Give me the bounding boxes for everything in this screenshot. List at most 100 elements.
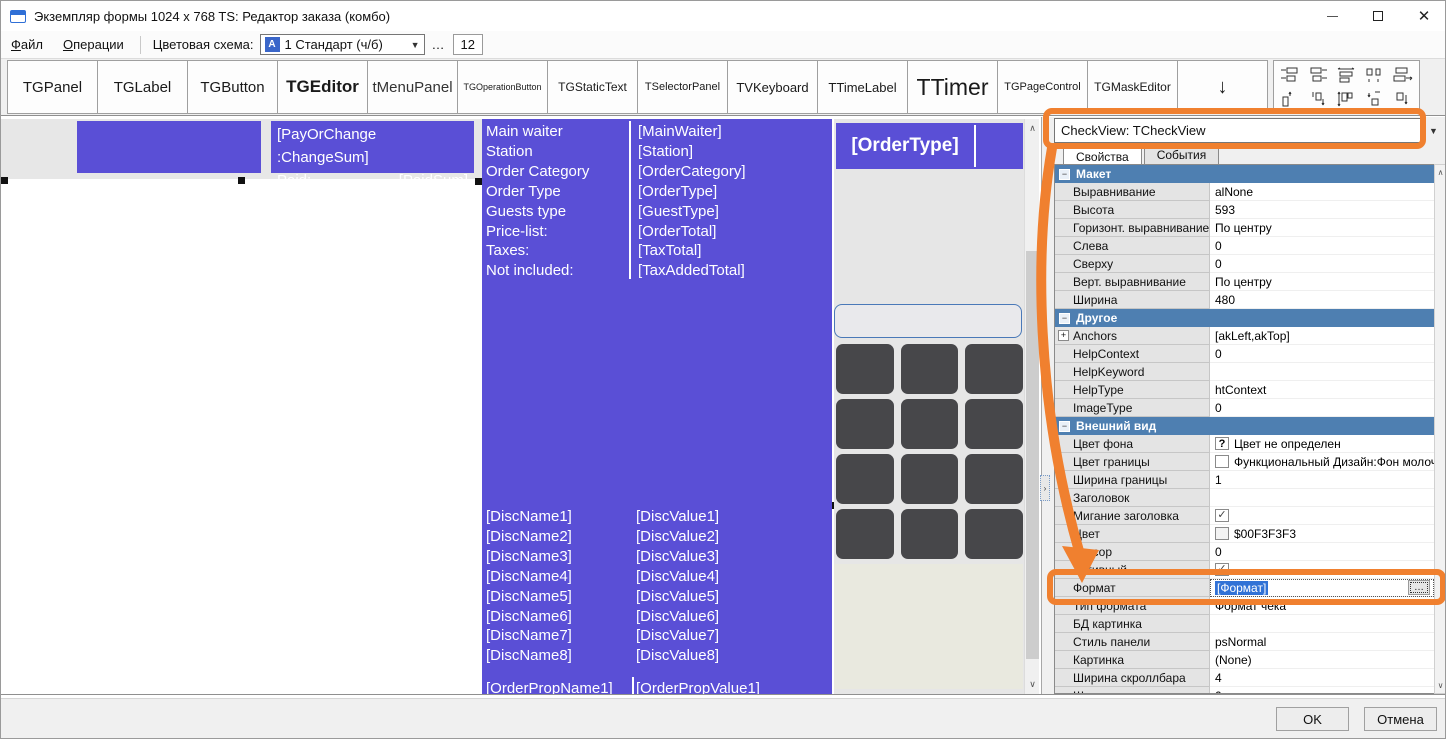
property-row-anchors[interactable]: +Anchors[akLeft,akTop] (1055, 327, 1434, 345)
keypad-button[interactable] (901, 399, 959, 449)
property-value[interactable]: По центру (1210, 219, 1434, 237)
maximize-button[interactable] (1355, 1, 1401, 31)
scrollbar-thumb[interactable] (1026, 251, 1039, 659)
section-header[interactable]: −Макет (1055, 165, 1434, 183)
property-row-горизонт-выравнивание[interactable]: Горизонт. выравниваниеПо центру (1055, 219, 1434, 237)
property-row-заголовок[interactable]: Заголовок (1055, 489, 1434, 507)
component-button-tgbutton[interactable]: TGButton (187, 60, 278, 114)
tab-events[interactable]: События (1144, 145, 1220, 164)
keypad-button[interactable] (901, 344, 959, 394)
splitter-button[interactable]: › (1040, 475, 1050, 501)
property-value[interactable]: ✓ (1210, 507, 1434, 525)
property-row-сверху[interactable]: Сверху0 (1055, 255, 1434, 273)
property-value[interactable]: htContext (1210, 381, 1434, 399)
component-button-tgstatictext[interactable]: TGStaticText (547, 60, 638, 114)
align-bottom-edges-icon[interactable] (1304, 87, 1332, 111)
section-header[interactable]: −Внешний вид (1055, 417, 1434, 435)
property-row-ширина-скроллбара[interactable]: Ширина скроллбара4 (1055, 669, 1434, 687)
selection-handle[interactable] (238, 177, 245, 184)
property-value[interactable]: 0 (1210, 237, 1434, 255)
color-scheme-select[interactable]: А 1 Стандарт (ч/б) ▼ (260, 34, 425, 55)
property-value[interactable]: Формат чека (1210, 597, 1434, 615)
property-value[interactable]: 0 (1210, 687, 1434, 694)
selector-input[interactable] (834, 304, 1022, 338)
property-value[interactable]: 0 (1210, 255, 1434, 273)
empty-purple-panel[interactable] (77, 121, 261, 173)
property-value[interactable]: $00F3F3F3 (1210, 525, 1434, 543)
menu-item-file[interactable]: Файл (1, 33, 53, 56)
collapse-icon[interactable]: − (1059, 169, 1070, 180)
keypad-button[interactable] (901, 454, 959, 504)
component-button-tselectorpanel[interactable]: TSelectorPanel (637, 60, 728, 114)
keypad-button[interactable] (965, 454, 1023, 504)
align-horizontal-center-icon[interactable] (1332, 63, 1360, 87)
property-value[interactable]: 1 (1210, 471, 1434, 489)
component-button-tgeditor[interactable]: TGEditor (277, 60, 368, 114)
property-value[interactable] (1210, 363, 1434, 381)
property-row-стиль-панели[interactable]: Стиль панелиpsNormal (1055, 633, 1434, 651)
component-button-tgmaskeditor[interactable]: TGMaskEditor (1087, 60, 1178, 114)
section-header[interactable]: −Другое (1055, 309, 1434, 327)
align-left-edges-icon[interactable] (1276, 63, 1304, 87)
property-row-ширина-тени[interactable]: Ширина тени0 (1055, 687, 1434, 694)
scroll-up-icon[interactable]: ∧ (1435, 165, 1446, 179)
keypad-button[interactable] (836, 454, 894, 504)
property-value[interactable] (1210, 615, 1434, 633)
property-row-imagetype[interactable]: ImageType0 (1055, 399, 1434, 417)
property-row-ширина-границы[interactable]: Ширина границы1 (1055, 471, 1434, 489)
order-list-panel[interactable] (1, 179, 482, 694)
keypad-button[interactable] (901, 509, 959, 559)
keypad-button[interactable] (836, 344, 894, 394)
selection-handle[interactable] (475, 178, 482, 185)
property-value[interactable]: 0 (1210, 543, 1434, 561)
ok-button[interactable]: OK (1276, 707, 1349, 731)
property-value[interactable]: 593 (1210, 201, 1434, 219)
component-button-tglabel[interactable]: TGLabel (97, 60, 188, 114)
component-button-tvkeyboard[interactable]: TVKeyboard (727, 60, 818, 114)
property-value[interactable]: 0 (1210, 399, 1434, 417)
property-value[interactable]: 480 (1210, 291, 1434, 309)
align-vertical-center-icon[interactable] (1332, 87, 1360, 111)
property-value[interactable]: По центру (1210, 273, 1434, 291)
property-value[interactable]: alNone (1210, 183, 1434, 201)
checked-checkbox[interactable]: ✓ (1215, 563, 1229, 576)
property-row-helpkeyword[interactable]: HelpKeyword (1055, 363, 1434, 381)
object-selector[interactable]: CheckView: TCheckView (1054, 118, 1425, 143)
property-row-цвет-фона[interactable]: Цвет фона?Цвет не определен (1055, 435, 1434, 453)
component-button-tgpanel[interactable]: TGPanel (7, 60, 98, 114)
pay-panel[interactable]: [PayOrChange :ChangeSum] Paid:[PaidSum] (271, 121, 474, 173)
property-row-высота[interactable]: Высота593 (1055, 201, 1434, 219)
property-row-бд-картинка[interactable]: БД картинка (1055, 615, 1434, 633)
component-button-tgoperationbutton[interactable]: TGOperationButton (457, 60, 548, 114)
check-view-panel[interactable]: Main waiter[MainWaiter]Station[Station]O… (482, 119, 832, 694)
property-row-слева[interactable]: Слева0 (1055, 237, 1434, 255)
chevron-down-icon[interactable]: ▼ (1425, 122, 1442, 139)
keypad-button[interactable] (965, 344, 1023, 394)
property-row-цвет-границы[interactable]: Цвет границыФункциональный Дизайн:Фон мо… (1055, 453, 1434, 471)
property-row-helpcontext[interactable]: HelpContext0 (1055, 345, 1434, 363)
property-value[interactable]: 4 (1210, 669, 1434, 687)
minimize-button[interactable] (1309, 1, 1355, 31)
property-value[interactable]: [akLeft,akTop] (1210, 327, 1434, 345)
scheme-more-button[interactable]: … (425, 37, 453, 52)
checked-checkbox[interactable]: ✓ (1215, 509, 1229, 522)
scroll-up-icon[interactable]: ∧ (1025, 121, 1040, 136)
align-to-right-icon[interactable] (1389, 63, 1417, 87)
align-top-edges-icon[interactable] (1276, 87, 1304, 111)
property-row-тип-формата[interactable]: Тип форматаФормат чека (1055, 597, 1434, 615)
component-button-ttimer[interactable]: TTimer (907, 60, 998, 114)
keypad-button[interactable] (965, 509, 1023, 559)
chevron-down-icon[interactable]: ▼ (411, 40, 420, 50)
down-arrow-tool-button[interactable]: ↓ (1177, 60, 1268, 114)
property-row-верт-выравнивание[interactable]: Верт. выравниваниеПо центру (1055, 273, 1434, 291)
property-value[interactable]: ✓ (1210, 561, 1434, 579)
font-size-field[interactable]: 12 (453, 34, 483, 55)
property-row-helptype[interactable]: HelpTypehtContext (1055, 381, 1434, 399)
property-row-картинка[interactable]: Картинка(None) (1055, 651, 1434, 669)
property-value[interactable]: 0 (1210, 345, 1434, 363)
property-row-мигание-заголовка[interactable]: Мигание заголовка✓ (1055, 507, 1434, 525)
collapse-icon[interactable]: − (1059, 313, 1070, 324)
align-right-edges-icon[interactable] (1304, 63, 1332, 87)
property-value[interactable]: (None) (1210, 651, 1434, 669)
component-button-ttimelabel[interactable]: TTimeLabel (817, 60, 908, 114)
